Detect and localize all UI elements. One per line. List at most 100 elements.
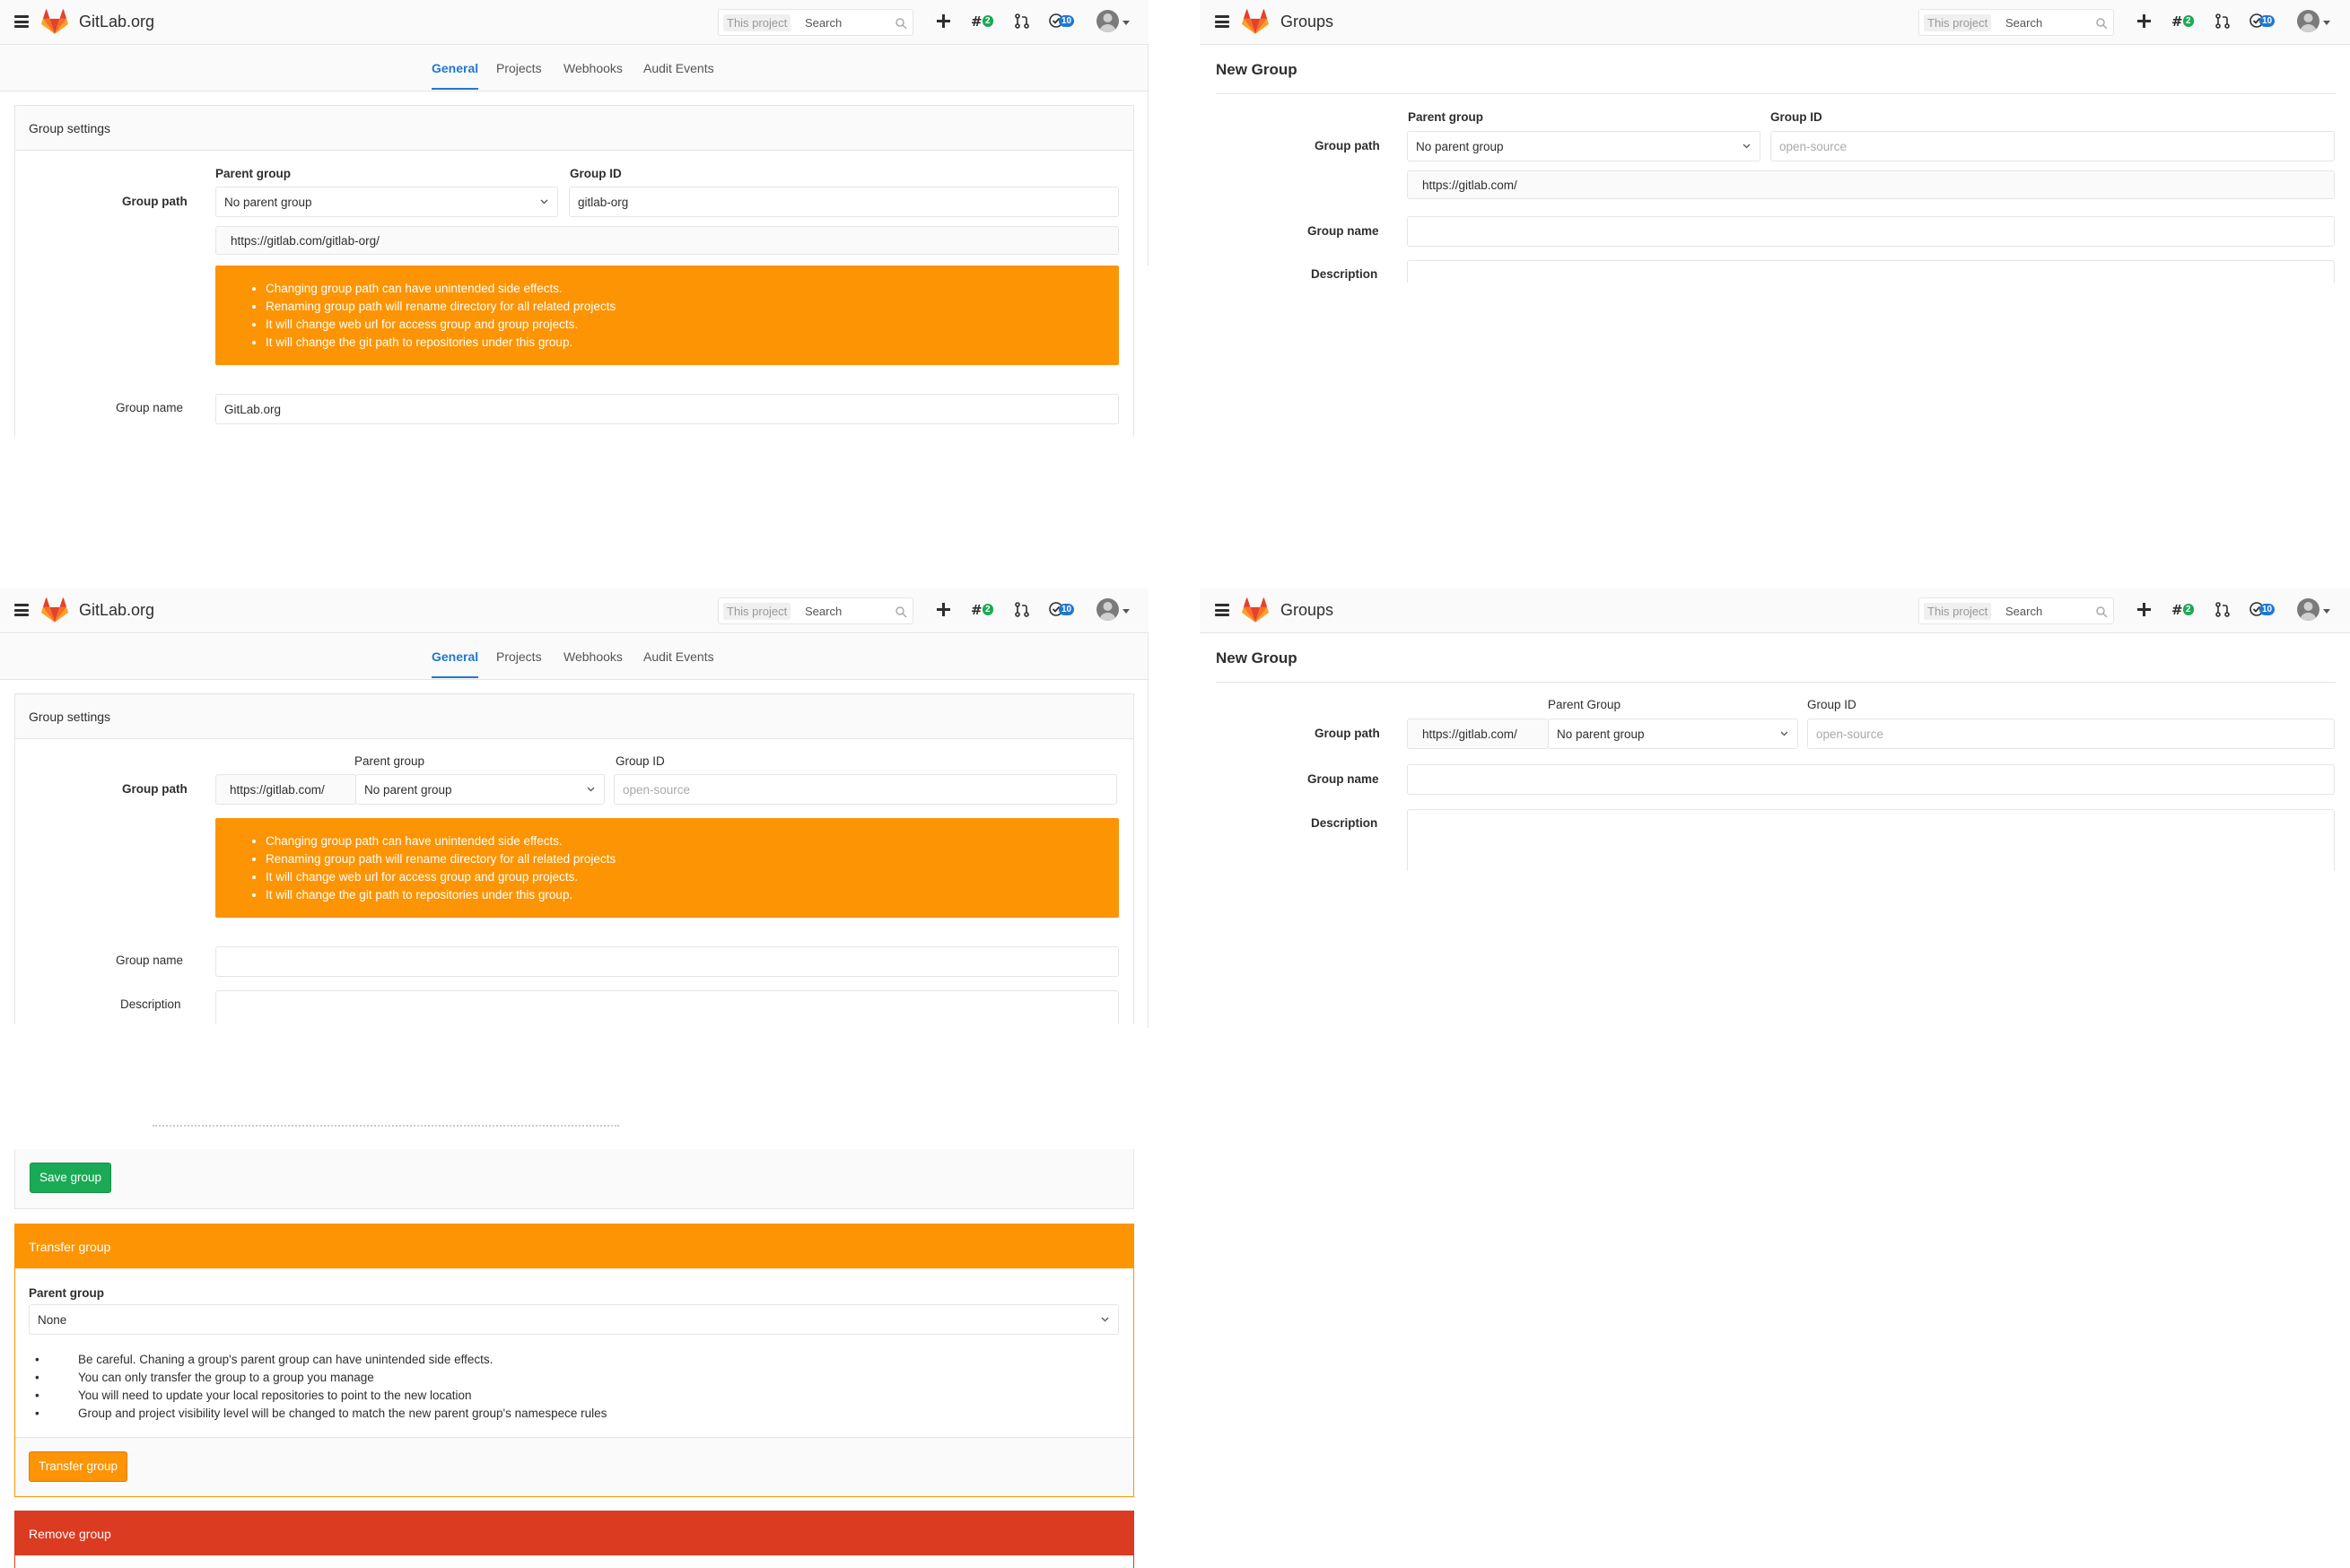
plus-icon[interactable]	[2137, 14, 2151, 28]
parent-group-select[interactable]: No parent group	[355, 774, 605, 805]
group-id-input[interactable]: gitlab-org	[569, 187, 1119, 217]
plus-icon[interactable]	[937, 14, 950, 28]
group-id-input[interactable]: open-source	[614, 774, 1117, 805]
tab-webhooks[interactable]: Webhooks	[563, 61, 623, 75]
warning-item: Changing group path can have unintended …	[266, 832, 616, 850]
page-title: New Group	[1216, 649, 1297, 666]
chevron-down-icon[interactable]	[1123, 21, 1130, 25]
group-url-prefix-value: https://gitlab.com/	[230, 783, 325, 797]
app-title[interactable]: Groups	[1280, 601, 1333, 620]
merge-request-icon[interactable]	[1015, 13, 1029, 29]
gitlab-tanuki-icon[interactable]	[1242, 9, 1269, 35]
avatar[interactable]	[1096, 10, 1119, 32]
group-id-input[interactable]: open-source	[1807, 719, 2335, 749]
tab-webhooks[interactable]: Webhooks	[563, 649, 623, 664]
top-navbar: Groups This project Search # 2 10	[1200, 588, 2350, 633]
hamburger-icon[interactable]	[1215, 604, 1229, 616]
parent-group-label: Parent group	[354, 754, 425, 768]
description-textarea[interactable]	[1407, 809, 2335, 871]
group-path-label: Group path	[122, 195, 188, 208]
tab-general[interactable]: General	[432, 649, 479, 678]
group-name-input[interactable]	[1407, 764, 2335, 795]
transfer-group-button[interactable]: Transfer group	[29, 1451, 128, 1482]
group-id-input[interactable]: open-source	[1770, 131, 2335, 161]
gitlab-tanuki-icon[interactable]	[1242, 597, 1269, 623]
card-header: Group settings	[15, 106, 1133, 151]
description-textarea[interactable]	[215, 990, 1119, 1024]
gitlab-tanuki-icon[interactable]	[41, 9, 68, 35]
group-id-value: gitlab-org	[578, 196, 629, 209]
app-title[interactable]: GitLab.org	[79, 13, 154, 31]
parent-group-select[interactable]: No parent group	[1548, 719, 1798, 749]
merge-request-icon[interactable]	[2215, 602, 2230, 617]
tab-general[interactable]: General	[432, 61, 479, 90]
issues-icon[interactable]: #	[971, 603, 983, 616]
transfer-note-item: Group and project visibility level will …	[35, 1405, 607, 1423]
description-label: Description	[1311, 267, 1378, 281]
search-input[interactable]: This project Search	[718, 597, 913, 624]
gitlab-tanuki-icon[interactable]	[41, 597, 68, 623]
svg-text:#: #	[971, 603, 983, 616]
panel-group-settings-2: GitLab.org This project Search # 2 10 Ge…	[0, 588, 1149, 1024]
parent-group-select[interactable]: No parent group	[215, 187, 558, 217]
card-header: Group settings	[15, 694, 1133, 739]
chevron-down-icon[interactable]	[2323, 21, 2330, 25]
transfer-note-item: You can only transfer the group to a gro…	[35, 1369, 607, 1387]
parent-group-select[interactable]: No parent group	[1407, 131, 1760, 161]
settings-tabs: General Projects Webhooks Audit Events	[0, 46, 1149, 91]
plus-icon[interactable]	[2137, 603, 2151, 616]
group-id-label: Group ID	[1770, 110, 1822, 124]
group-name-input[interactable]	[1407, 216, 2335, 247]
tab-projects[interactable]: Projects	[496, 61, 542, 75]
search-placeholder: Search	[2005, 605, 2043, 618]
card-title: Group settings	[29, 710, 111, 724]
path-change-warning: Changing group path can have unintended …	[215, 266, 1119, 365]
page-title: New Group	[1216, 61, 1297, 78]
save-group-button[interactable]: Save group	[30, 1163, 112, 1193]
search-scope-badge: This project	[723, 603, 791, 620]
group-name-input[interactable]	[215, 946, 1119, 977]
tab-audit-events[interactable]: Audit Events	[643, 649, 714, 664]
issues-count-badge: 2	[983, 604, 993, 615]
chevron-down-icon[interactable]	[1123, 609, 1130, 614]
app-title[interactable]: GitLab.org	[79, 601, 154, 620]
hamburger-icon[interactable]	[1215, 15, 1229, 28]
description-textarea[interactable]	[1407, 260, 2335, 283]
chevron-down-icon	[1101, 1317, 1109, 1322]
group-name-input[interactable]: GitLab.org	[215, 394, 1119, 424]
group-name-label: Group name	[1307, 224, 1379, 238]
group-url-prefix: https://gitlab.com/	[215, 774, 356, 805]
hamburger-icon[interactable]	[14, 604, 29, 616]
search-input[interactable]: This project Search	[1918, 9, 2114, 36]
divider	[1148, 45, 1149, 266]
tab-audit-events[interactable]: Audit Events	[643, 61, 714, 75]
todos-count-badge: 10	[1059, 604, 1075, 615]
issues-icon[interactable]: #	[2171, 14, 2183, 28]
transfer-group-header: Transfer group	[15, 1224, 1133, 1268]
avatar[interactable]	[2297, 598, 2319, 621]
transfer-parent-group-select[interactable]: None	[29, 1304, 1119, 1335]
transfer-notes: Be careful. Chaning a group's parent gro…	[35, 1351, 607, 1423]
plus-icon[interactable]	[937, 603, 950, 616]
panel-new-group-2: Groups This project Search # 2 10 New Gr…	[1200, 588, 2350, 871]
remove-group-card: Remove group	[14, 1511, 1134, 1568]
group-url-display: https://gitlab.com/gitlab-org/	[215, 226, 1119, 255]
divider	[1148, 633, 1149, 1028]
group-path-label: Group path	[122, 782, 188, 796]
avatar[interactable]	[2297, 10, 2319, 32]
search-input[interactable]: This project Search	[718, 9, 913, 36]
issues-icon[interactable]: #	[971, 14, 983, 28]
app-title[interactable]: Groups	[1280, 13, 1333, 31]
hamburger-icon[interactable]	[14, 15, 29, 28]
search-input[interactable]: This project Search	[1918, 597, 2114, 624]
issues-icon[interactable]: #	[2171, 603, 2183, 616]
group-name-label: Group name	[116, 954, 184, 967]
group-path-label: Group path	[1315, 139, 1380, 152]
panel-group-settings-bottom: Save group Transfer group Parent group N…	[0, 1121, 1149, 1568]
tab-projects[interactable]: Projects	[496, 649, 542, 664]
merge-request-icon[interactable]	[2215, 13, 2230, 29]
avatar[interactable]	[1096, 598, 1119, 621]
chevron-down-icon[interactable]	[2323, 609, 2330, 614]
merge-request-icon[interactable]	[1015, 602, 1029, 617]
parent-group-value: No parent group	[1416, 140, 1504, 153]
